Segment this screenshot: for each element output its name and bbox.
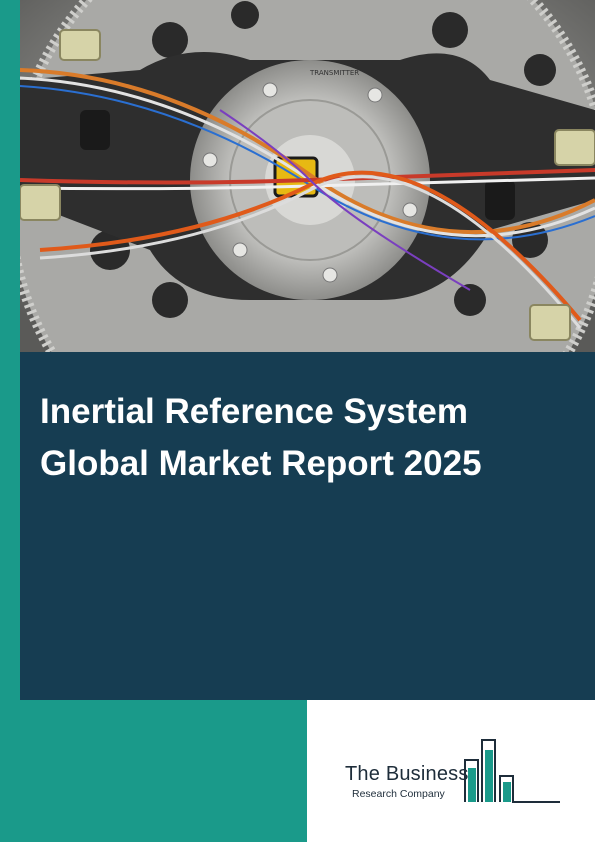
publisher-name: The Business [345,763,469,785]
cover-photo: TRANSMITTER [20,0,595,352]
instrument-photo-illustration: TRANSMITTER [20,0,595,352]
report-title-line2: Global Market Report 2025 [40,444,482,483]
report-title-line1: Inertial Reference System [40,392,468,431]
bottom-accent-block [0,700,307,842]
publisher-logo: The Business Research Company [340,738,565,808]
publisher-subtitle: Research Company [352,788,445,800]
photo-engraved-text: TRANSMITTER [309,69,359,77]
report-title: Inertial Reference System Global Market … [40,386,580,490]
title-panel: Inertial Reference System Global Market … [20,352,595,700]
